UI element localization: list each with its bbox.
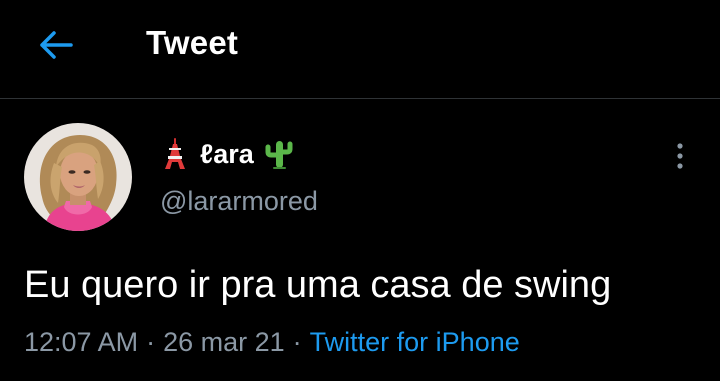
more-options-button[interactable] xyxy=(664,136,696,176)
tweet-source-link[interactable]: Twitter for iPhone xyxy=(310,327,520,358)
display-name: ℓara xyxy=(200,138,254,169)
tweet-date: 26 mar 21 xyxy=(163,327,285,357)
top-app-bar: Tweet xyxy=(0,0,720,98)
tweet-text: Eu quero ir pra uma casa de swing xyxy=(24,264,612,306)
tweet-time: 12:07 AM xyxy=(24,327,139,357)
back-button[interactable] xyxy=(26,22,86,68)
page-title: Tweet xyxy=(146,24,239,61)
tokyo-tower-icon xyxy=(160,138,190,170)
arrow-left-icon xyxy=(40,31,73,59)
meta-separator: · xyxy=(146,327,156,357)
author-handle[interactable]: @lararmored xyxy=(160,186,318,217)
author-name[interactable]: ℓara xyxy=(160,137,294,171)
more-vertical-icon xyxy=(677,143,683,169)
header-divider xyxy=(0,98,720,99)
avatar[interactable] xyxy=(24,123,132,231)
meta-separator: · xyxy=(292,327,302,357)
cactus-icon xyxy=(264,138,294,170)
tweet-meta: 12:07 AM · 26 mar 21 · Twitter for iPhon… xyxy=(24,327,520,358)
